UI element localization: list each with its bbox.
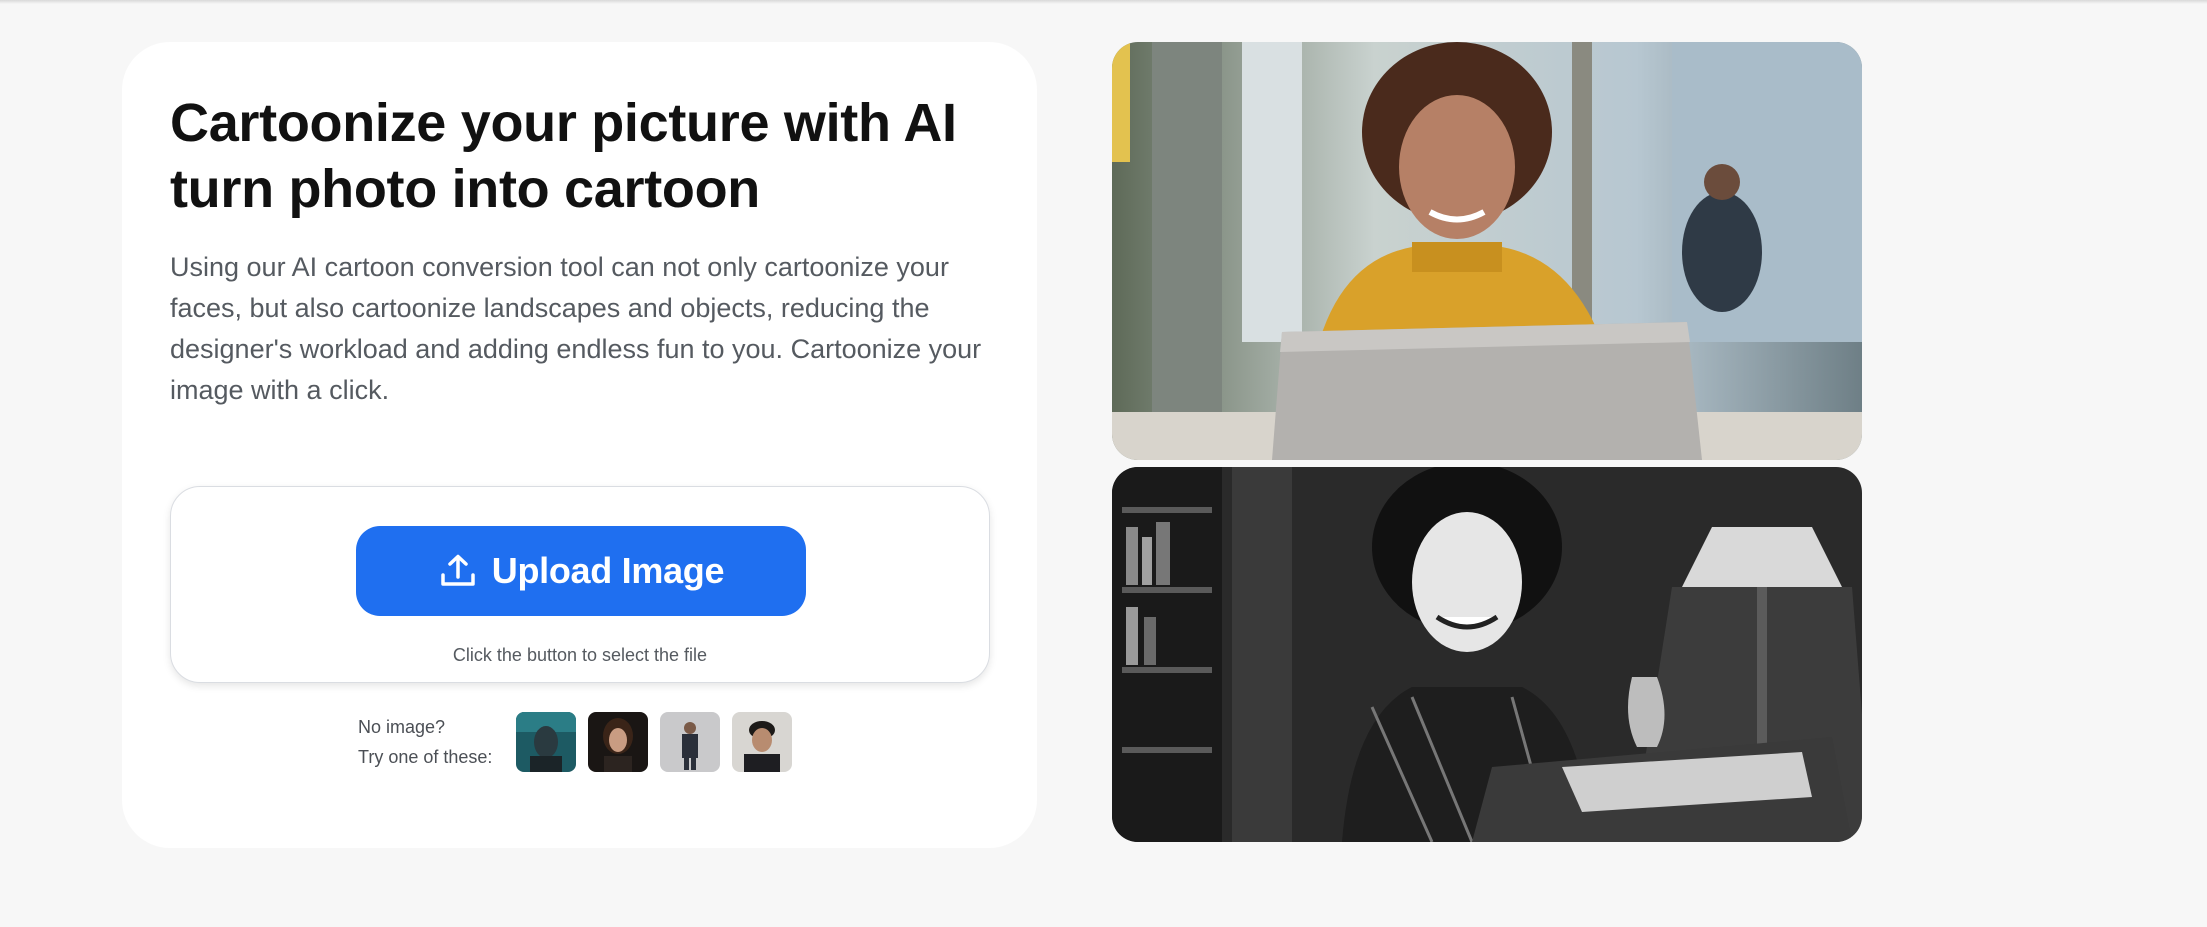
top-bar-shadow [0, 0, 2207, 4]
sample-image-4[interactable] [732, 712, 792, 772]
samples-label-line-1: No image? [358, 717, 446, 737]
upload-button-label: Upload Image [491, 550, 725, 591]
upload-image-button[interactable]: Upload Image [356, 526, 806, 616]
sample-image-1[interactable] [516, 712, 576, 772]
sample-image-2[interactable] [588, 712, 648, 772]
sample-image-3[interactable] [660, 712, 720, 772]
title-line-2: turn photo into cartoon [170, 159, 760, 219]
original-photo [1112, 42, 1862, 460]
upload-dropzone[interactable]: Upload Image Click the button to select … [170, 486, 990, 683]
title-line-1: Cartoonize your picture with AI [170, 93, 957, 153]
upload-icon [438, 551, 478, 591]
samples-label-line-2: Try one of these: [358, 747, 493, 767]
samples-label: No image? Try one of these: [358, 712, 494, 772]
upload-hint: Click the button to select the file [452, 645, 708, 665]
page-title: Cartoonize your picture with AI turn pho… [170, 90, 990, 222]
hero-card: Cartoonize your picture with AI turn pho… [122, 42, 1037, 848]
description-text: Using our AI cartoon conversion tool can… [170, 252, 982, 405]
cartoon-result-photo [1112, 467, 1862, 842]
sample-images: No image? Try one of these: [358, 712, 804, 772]
